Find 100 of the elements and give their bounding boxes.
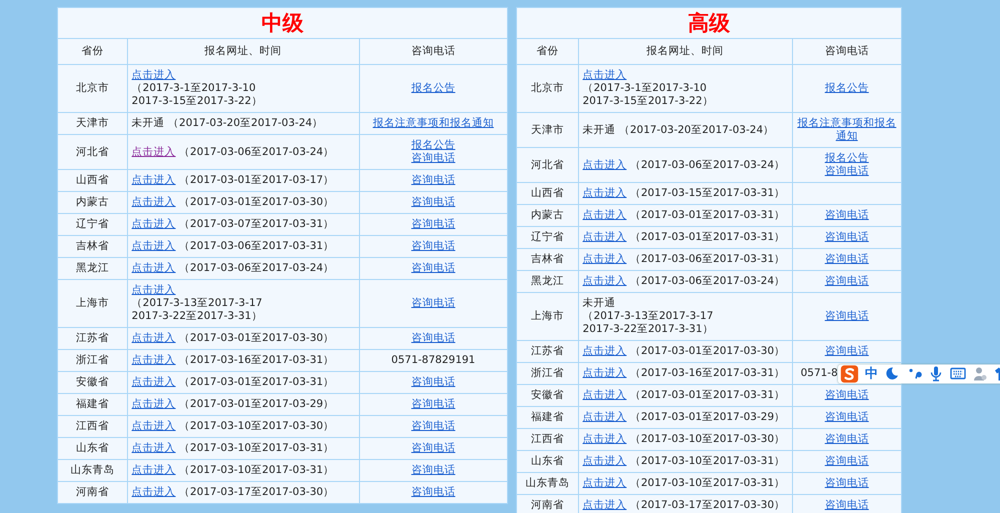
signup-link[interactable]: 点击进入 bbox=[582, 158, 627, 170]
contact-link[interactable]: 咨询电话 bbox=[411, 297, 456, 310]
date-range: （2017-03-15至2017-03-31） bbox=[630, 187, 785, 199]
contact-link[interactable]: 咨询电话 bbox=[411, 174, 456, 187]
signup-link[interactable]: 点击进入 bbox=[582, 209, 627, 221]
contact-link[interactable]: 咨询电话 bbox=[411, 398, 456, 411]
date-range: （2017-03-20至2017-03-24） bbox=[618, 124, 774, 136]
province-name: 天津市 bbox=[530, 124, 564, 136]
date-range: （2017-03-01至2017-03-31） bbox=[179, 376, 334, 388]
signup-link[interactable]: 点击进入 bbox=[582, 411, 627, 423]
contact-link[interactable]: 报名公告 bbox=[824, 152, 869, 165]
province-name: 北京市 bbox=[76, 82, 109, 94]
column-header: 报名网址、时间 bbox=[204, 45, 282, 57]
date-range: （2017-03-10至2017-03-31） bbox=[179, 464, 334, 476]
contact-link[interactable]: 咨询电话 bbox=[411, 464, 456, 477]
date-range: （2017-03-01至2017-03-30） bbox=[179, 196, 334, 208]
signup-link[interactable]: 点击进入 bbox=[132, 146, 176, 158]
date-range: （2017-03-10至2017-03-31） bbox=[179, 442, 334, 454]
date-range: （2017-3-1至2017-3-10 2017-3-15至2017-3-22） bbox=[582, 82, 714, 108]
contact-link[interactable]: 咨询电话 bbox=[411, 196, 456, 209]
date-range: （2017-03-10至2017-03-30） bbox=[179, 420, 334, 432]
contact-link[interactable]: 咨询电话 bbox=[824, 310, 869, 323]
contact-link[interactable]: 咨询电话 bbox=[824, 165, 869, 178]
signup-link[interactable]: 点击进入 bbox=[582, 345, 627, 357]
signup-link[interactable]: 点击进入 bbox=[132, 284, 176, 297]
date-range: （2017-03-01至2017-03-31） bbox=[630, 389, 785, 401]
signup-link[interactable]: 点击进入 bbox=[132, 442, 176, 454]
province-name: 黑龙江 bbox=[76, 262, 109, 274]
signup-link[interactable]: 点击进入 bbox=[582, 231, 627, 243]
date-range: （2017-03-07至2017-03-31） bbox=[179, 218, 334, 230]
signup-link[interactable]: 点击进入 bbox=[582, 433, 627, 445]
date-range: （2017-03-10至2017-03-30） bbox=[630, 433, 785, 445]
status-text: 未开通 bbox=[582, 297, 616, 310]
province-name: 河南省 bbox=[530, 499, 564, 511]
signup-link[interactable]: 点击进入 bbox=[132, 240, 176, 252]
keyboard-icon[interactable] bbox=[950, 366, 966, 382]
province-name: 河北省 bbox=[530, 158, 564, 170]
contact-link[interactable]: 咨询电话 bbox=[411, 240, 456, 253]
contact-link[interactable]: 咨询电话 bbox=[411, 486, 456, 499]
contact-link[interactable]: 咨询电话 bbox=[411, 420, 456, 433]
contact-link[interactable]: 咨询电话 bbox=[411, 332, 456, 345]
signup-link[interactable]: 点击进入 bbox=[132, 69, 176, 82]
signup-link[interactable]: 点击进入 bbox=[132, 420, 176, 432]
signup-link[interactable]: 点击进入 bbox=[582, 187, 627, 199]
date-range: （2017-03-10至2017-03-31） bbox=[630, 455, 785, 467]
signup-link[interactable]: 点击进入 bbox=[582, 275, 627, 287]
signup-link[interactable]: 点击进入 bbox=[132, 262, 176, 274]
date-range: （2017-03-01至2017-03-29） bbox=[179, 398, 334, 410]
date-range: （2017-3-13至2017-3-17 2017-3-22至2017-3-31） bbox=[132, 297, 264, 323]
province-name: 福建省 bbox=[530, 411, 564, 423]
province-name: 安徽省 bbox=[530, 389, 564, 401]
date-range: （2017-03-06至2017-03-31） bbox=[179, 240, 334, 252]
date-range: （2017-03-01至2017-03-31） bbox=[630, 209, 785, 221]
moon-icon[interactable] bbox=[884, 366, 900, 382]
signup-link[interactable]: 点击进入 bbox=[132, 354, 176, 366]
signup-link[interactable]: 点击进入 bbox=[132, 332, 176, 344]
status-text: 未开通 bbox=[132, 117, 165, 129]
contact-link[interactable]: 报名公告 bbox=[411, 82, 456, 95]
date-range: （2017-03-06至2017-03-24） bbox=[179, 262, 334, 274]
signup-link[interactable]: 点击进入 bbox=[132, 464, 176, 476]
province-name: 黑龙江 bbox=[530, 275, 564, 287]
signup-link[interactable]: 点击进入 bbox=[582, 477, 627, 489]
province-name: 安徽省 bbox=[76, 376, 109, 388]
signup-link[interactable]: 点击进入 bbox=[582, 455, 627, 467]
contact-link[interactable]: 咨询电话 bbox=[411, 376, 456, 389]
contact-link[interactable]: 报名公告 bbox=[824, 82, 869, 95]
date-range: （2017-03-06至2017-03-24） bbox=[179, 146, 334, 158]
contact-link[interactable]: 报名公告 bbox=[411, 139, 456, 152]
date-range: （2017-03-10至2017-03-31） bbox=[630, 477, 785, 489]
contact-link[interactable]: 咨询电话 bbox=[411, 152, 456, 165]
contact-link[interactable]: 咨询电话 bbox=[411, 442, 456, 455]
province-name: 福建省 bbox=[76, 398, 109, 410]
logo-icon[interactable] bbox=[840, 364, 859, 383]
signup-link[interactable]: 点击进入 bbox=[132, 376, 176, 388]
contact-link[interactable]: 咨询电话 bbox=[411, 262, 456, 275]
province-name: 山西省 bbox=[530, 187, 564, 199]
phone-number: 0571-8 bbox=[800, 367, 838, 380]
province-name: 山东省 bbox=[76, 442, 109, 454]
date-range: （2017-03-01至2017-03-29） bbox=[630, 411, 785, 423]
date-range: （2017-03-01至2017-03-30） bbox=[179, 332, 334, 344]
signup-link[interactable]: 点击进入 bbox=[132, 196, 176, 208]
signup-link[interactable]: 点击进入 bbox=[132, 174, 176, 186]
date-range: （2017-03-17至2017-03-30） bbox=[630, 499, 785, 511]
province-name: 山东青岛 bbox=[70, 464, 114, 476]
signup-link[interactable]: 点击进入 bbox=[132, 218, 176, 230]
date-range: （2017-3-13至2017-3-17 2017-3-22至2017-3-31） bbox=[582, 310, 714, 336]
date-range: （2017-03-01至2017-03-30） bbox=[630, 345, 785, 357]
signup-link[interactable]: 点击进入 bbox=[582, 367, 627, 379]
signup-link[interactable]: 点击进入 bbox=[582, 253, 627, 265]
signup-link[interactable]: 点击进入 bbox=[582, 499, 627, 511]
date-range: （2017-03-06至2017-03-31） bbox=[630, 253, 785, 265]
signup-link[interactable]: 点击进入 bbox=[132, 486, 176, 498]
signup-link[interactable]: 点击进入 bbox=[132, 398, 176, 410]
date-range: （2017-03-17至2017-03-30） bbox=[179, 486, 334, 498]
input-mode-toggle[interactable]: 中 bbox=[864, 367, 878, 380]
date-range: （2017-03-16至2017-03-31） bbox=[179, 354, 334, 366]
signup-link[interactable]: 点击进入 bbox=[582, 69, 627, 82]
contact-link[interactable]: 咨询电话 bbox=[411, 218, 456, 231]
date-range: （2017-03-01至2017-03-31） bbox=[630, 231, 785, 243]
signup-link[interactable]: 点击进入 bbox=[582, 389, 627, 401]
